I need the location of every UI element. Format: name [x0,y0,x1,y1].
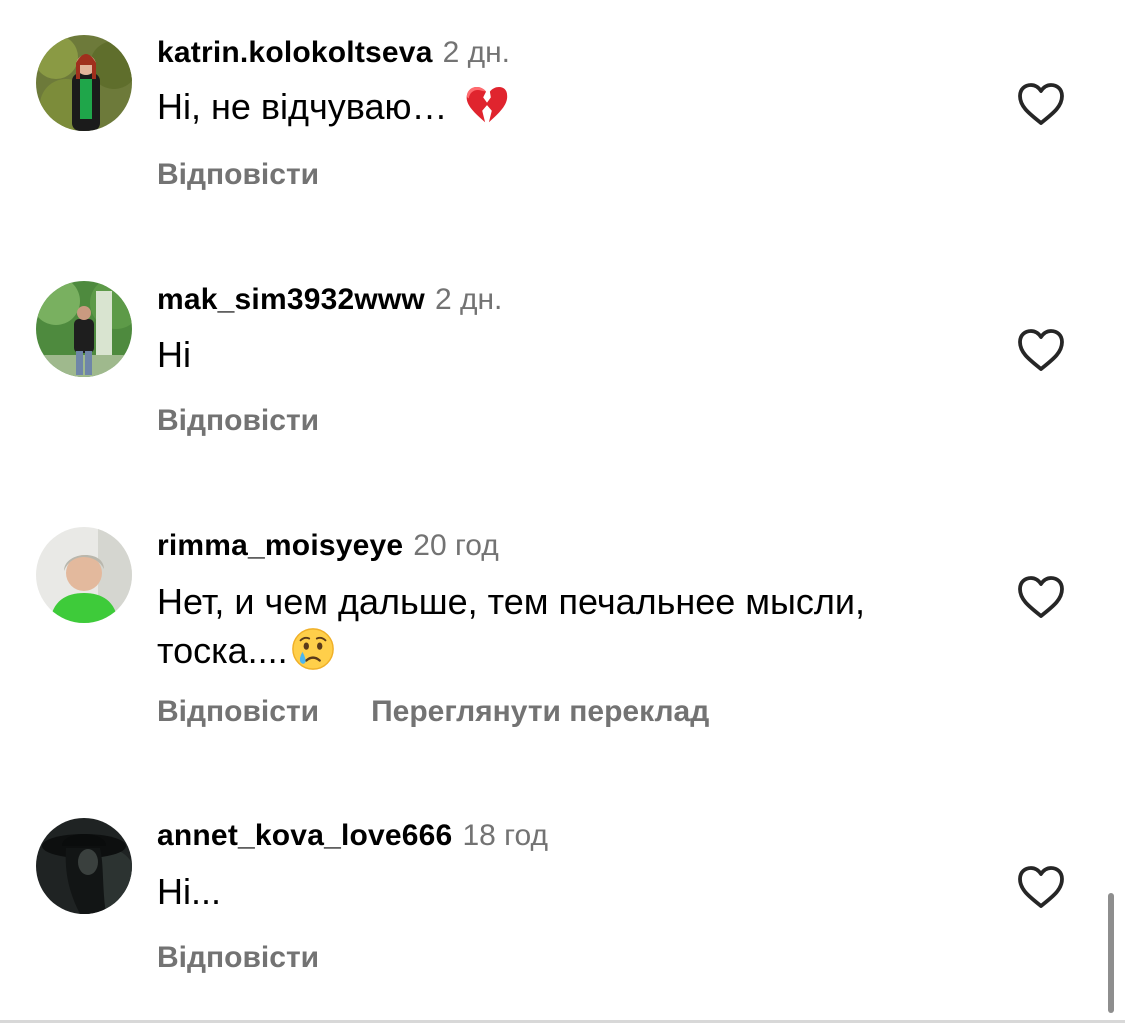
heart-outline-icon[interactable] [1016,865,1066,909]
avatar-photo [36,818,132,914]
username-link[interactable]: annet_kova_love666 [157,819,452,852]
avatar[interactable] [36,818,132,914]
comment-text: Ні... [157,868,221,916]
comment-actions: Відповісти [157,940,319,976]
comment-item: annet_kova_love666 18 год Ні... Відповіст… [0,0,1125,1000]
comment-header: annet_kova_love666 18 год [157,818,548,854]
comment-body: Ні... [157,871,222,912]
scrollbar-thumb[interactable] [1108,893,1114,1013]
reply-button[interactable]: Відповісти [157,941,319,974]
timestamp: 18 год [462,819,548,852]
